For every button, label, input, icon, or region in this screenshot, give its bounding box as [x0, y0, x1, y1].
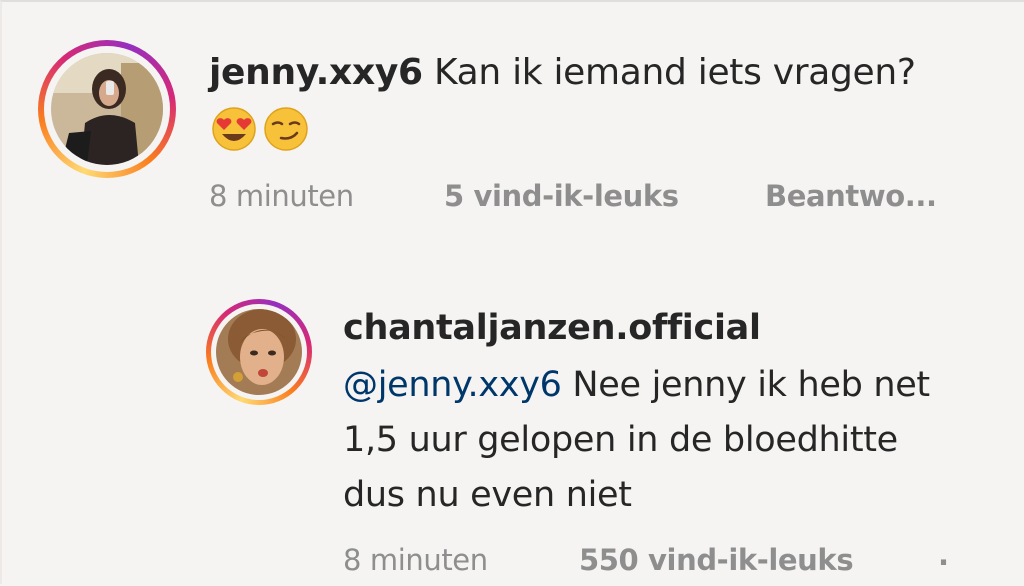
comment-text-line-1: @jenny.xxy6 Nee jenny ik heb net [343, 365, 930, 405]
avatar-story-ring[interactable] [206, 299, 312, 405]
likes-count-link[interactable]: 550 vind-ik-leuks [579, 543, 854, 577]
comment-time: 8 minuten [343, 543, 488, 577]
username[interactable]: chantaljanzen.official [343, 308, 761, 348]
comment-text: Nee jenny ik heb net [572, 365, 930, 405]
comment-thread: jenny.xxy6 Kan ik iemand iets vragen? 8 … [0, 0, 1024, 584]
mention-link[interactable]: @jenny.xxy6 [343, 365, 562, 405]
avatar-photo-icon [216, 309, 302, 395]
more-options-icon[interactable]: . [938, 538, 949, 572]
comment-text-line-2: 1,5 uur gelopen in de bloedhitte [343, 420, 898, 460]
comment-chantal: chantaljanzen.official @jenny.xxy6 Nee j… [2, 2, 1024, 586]
avatar [216, 309, 302, 395]
comment-text-line-3: dus nu even niet [343, 475, 632, 515]
